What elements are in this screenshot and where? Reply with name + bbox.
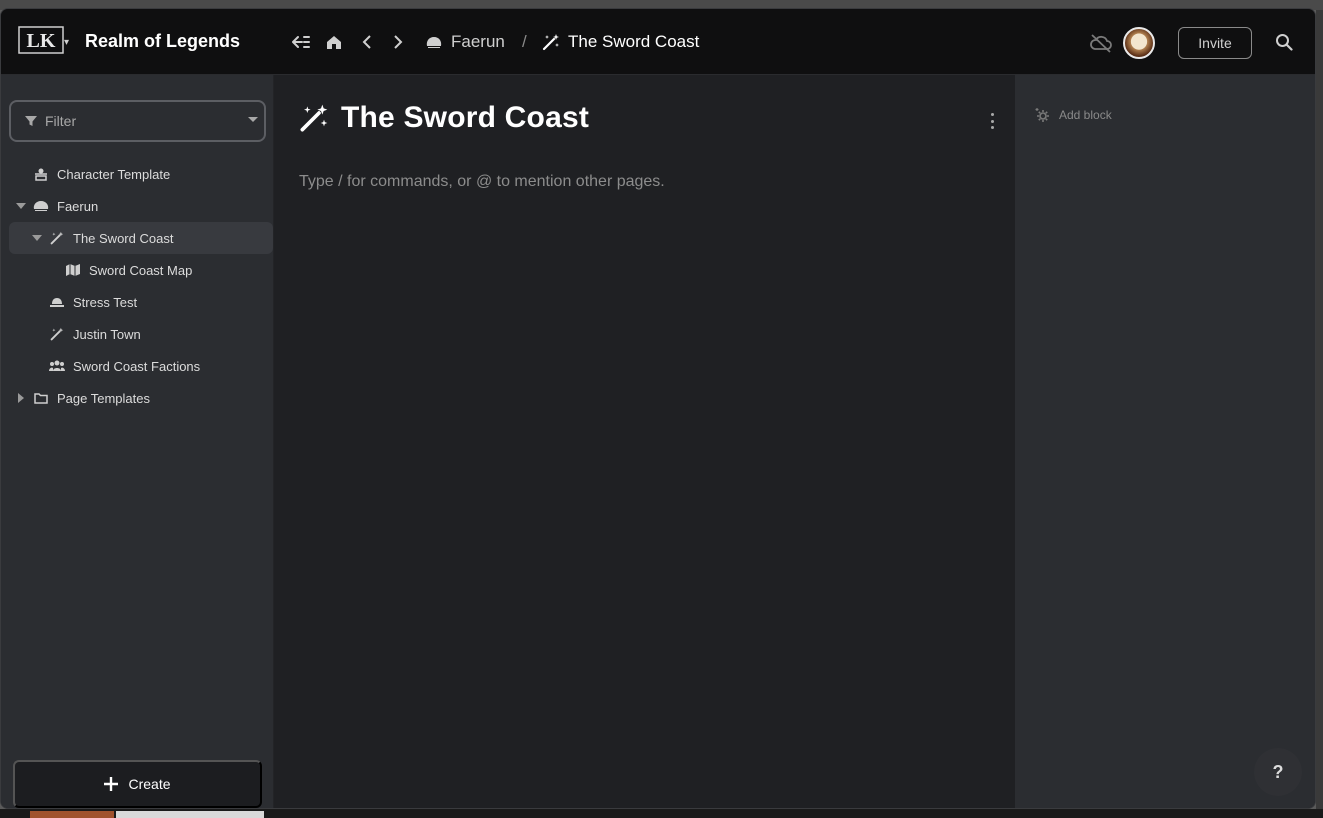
taskbar-thumbnail [30,811,114,818]
more-options-icon[interactable] [985,113,999,129]
tree-item-label: Character Template [57,166,171,182]
tree-item-label: Sword Coast Factions [73,358,201,374]
page-title[interactable]: The Sword Coast [341,101,589,135]
add-block-button[interactable]: Add block [1035,107,1112,123]
tree-item-character-template[interactable]: Character Template [9,158,273,190]
invite-button[interactable]: Invite [1178,27,1252,59]
toque-icon [426,37,442,48]
breadcrumb-item[interactable]: Faerun [425,32,505,52]
filter-placeholder: Filter [45,113,77,129]
tree-item-justin-town[interactable]: Justin Town [9,318,273,350]
magic-wand-icon [49,326,65,342]
magic-wand-icon [49,230,65,246]
breadcrumb-item-current[interactable]: The Sword Coast [542,32,699,52]
search-icon[interactable] [1275,33,1293,51]
map-icon [65,262,81,278]
magic-wand-icon [300,104,328,132]
person-template-icon [33,166,49,182]
filter-input[interactable]: Filter [9,100,266,142]
chevron-right-icon[interactable] [16,393,26,403]
taskbar-thumbnail [116,811,264,818]
tree-item-label: Stress Test [73,294,138,310]
tree-item-stress-test[interactable]: Stress Test [9,286,273,318]
app-logo[interactable]: LK [18,26,64,54]
logo-text: LK [27,30,56,52]
forward-icon[interactable] [389,33,407,51]
app-title: Realm of Legends [85,31,241,51]
tree-item-sword-coast-map[interactable]: Sword Coast Map [9,254,273,286]
breadcrumb-label: The Sword Coast [568,32,700,51]
right-panel: Add block [1015,75,1315,808]
add-block-label: Add block [1059,108,1112,122]
hat-icon [49,294,65,310]
tree-item-label: Page Templates [57,390,150,406]
page-header: The Sword Coast [299,101,589,135]
app-window: LK ▾ Realm of Legends Faerun / The Sword… [0,8,1316,809]
home-icon[interactable] [325,33,343,51]
tree-item-label: The Sword Coast [73,230,174,246]
sidebar: Filter Character Template Faerun The Swo… [1,75,274,808]
create-button-label: Create [128,776,171,792]
os-right-strip [1316,10,1323,810]
users-icon [49,358,65,374]
filter-icon [25,116,37,126]
tree-item-label: Sword Coast Map [89,262,193,278]
tree-item-faerun[interactable]: Faerun [9,190,273,222]
magic-wand-icon [542,34,559,51]
chevron-down-icon[interactable] [32,233,42,243]
avatar[interactable] [1123,27,1155,59]
tree-item-label: Justin Town [73,326,141,342]
breadcrumb-label: Faerun [451,32,505,51]
help-button[interactable]: ? [1254,748,1302,796]
breadcrumb-separator: / [522,32,527,51]
tree-item-the-sword-coast[interactable]: The Sword Coast [9,222,273,254]
back-icon[interactable] [358,33,376,51]
chevron-down-icon[interactable] [16,201,26,211]
os-bottom-strip [0,809,1323,818]
editor-placeholder[interactable]: Type / for commands, or @ to mention oth… [299,173,665,191]
folder-icon [33,390,49,406]
chevron-down-icon[interactable] [248,117,258,122]
tree-item-label: Faerun [57,198,99,214]
collapse-sidebar-icon[interactable] [292,33,310,51]
create-button[interactable]: Create [13,760,262,808]
top-header: LK ▾ Realm of Legends Faerun / The Sword… [1,9,1315,75]
chevron-down-icon[interactable]: ▾ [64,37,69,48]
cloud-offline-icon[interactable] [1089,33,1113,53]
gear-add-icon [1035,108,1049,122]
plus-icon [104,777,119,791]
main-content: The Sword Coast Type / for commands, or … [275,75,1015,808]
tree-item-page-templates[interactable]: Page Templates [9,382,273,414]
tree-item-sword-coast-factions[interactable]: Sword Coast Factions [9,350,273,382]
toque-icon [33,198,49,214]
